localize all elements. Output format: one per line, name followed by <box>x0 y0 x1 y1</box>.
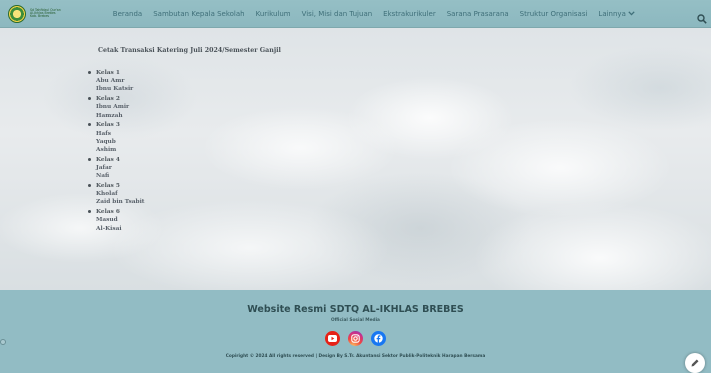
main-nav: Beranda Sambutan Kepala Sekolah Kurikulu… <box>113 10 635 18</box>
nav-item-kurikulum[interactable]: Kurikulum <box>256 10 291 18</box>
class-name: Kelas 1 <box>96 70 120 76</box>
student-name: Zaid bin Tsabit <box>96 199 145 206</box>
youtube-icon[interactable] <box>325 331 340 346</box>
class-name: Kelas 3 <box>96 122 120 129</box>
list-bullet <box>88 184 91 188</box>
site-header: Sd Tahfidzul Qur'an Al-Ikhlas Brebes Kab… <box>0 0 711 28</box>
student-name: Nafi <box>96 173 110 180</box>
scroll-indicator[interactable] <box>0 339 6 345</box>
list-bullet <box>88 71 91 74</box>
student-name: Kholaf <box>96 191 118 198</box>
student-name: Ashim <box>96 147 117 154</box>
student-name: Abu Amr <box>96 78 125 85</box>
page-title: Cetak Transaksi Katering Juli 2024/Semes… <box>98 47 281 54</box>
student-name: Jafar <box>96 165 112 172</box>
nav-item-lainnya[interactable]: Lainnya <box>598 10 625 18</box>
class-name: Kelas 6 <box>96 209 120 216</box>
social-links <box>0 331 711 346</box>
footer-subtitle: Official Sosial Media <box>331 318 380 323</box>
class-name: Kelas 2 <box>96 96 120 103</box>
pencil-icon <box>691 359 699 367</box>
nav-item-beranda[interactable]: Beranda <box>113 10 142 18</box>
logo-text: Sd Tahfidzul Qur'an Al-Ikhlas Brebes Kab… <box>30 8 61 19</box>
student-name: Yaqub <box>96 138 116 145</box>
school-emblem-icon <box>8 4 26 23</box>
main-content-area: Cetak Transaksi Katering Juli 2024/Semes… <box>0 28 711 290</box>
class-item: Kelas 1 Abu Amr Ibnu Katsir <box>86 69 281 94</box>
nav-item-sambutan[interactable]: Sambutan Kepala Sekolah <box>153 10 244 18</box>
list-bullet <box>88 210 91 214</box>
search-icon[interactable] <box>697 9 707 24</box>
report-content: Cetak Transaksi Katering Juli 2024/Semes… <box>86 47 281 234</box>
class-item: Kelas 5 Kholaf Zaid bin Tsabit <box>86 182 281 207</box>
facebook-icon[interactable] <box>371 331 386 346</box>
nav-item-sarana[interactable]: Sarana Prasarana <box>447 10 509 18</box>
edit-button[interactable] <box>685 353 705 373</box>
student-name: Al-Kisai <box>96 225 122 232</box>
nav-item-visi-misi[interactable]: Visi, Misi dan Tujuan <box>302 10 373 18</box>
site-logo[interactable]: Sd Tahfidzul Qur'an Al-Ikhlas Brebes Kab… <box>8 4 61 23</box>
class-name: Kelas 4 <box>96 156 120 163</box>
copyright-text: Copiright © 2024 All rights reserved | D… <box>225 354 486 359</box>
class-item: Kelas 6 Masud Al-Kisai <box>86 208 281 233</box>
student-name: Ibnu Katsir <box>96 86 134 93</box>
class-item: Kelas 4 Jafar Nafi <box>86 156 281 181</box>
list-bullet <box>88 123 91 127</box>
logo-line: Kab. Brebes <box>30 14 50 19</box>
class-item: Kelas 3 Hafs Yaqub Ashim <box>86 121 281 154</box>
instagram-icon[interactable] <box>348 331 363 346</box>
student-name: Hafs <box>96 130 111 137</box>
footer-title: Website Resmi SDTQ AL-IKHLAS BREBES <box>247 304 464 315</box>
student-name: Masud <box>96 217 118 224</box>
chevron-down-icon[interactable] <box>628 10 635 18</box>
list-bullet <box>88 97 91 101</box>
student-name: Ibnu Amir <box>96 104 130 111</box>
class-name: Kelas 5 <box>96 183 120 190</box>
site-footer: Website Resmi SDTQ AL-IKHLAS BREBES Offi… <box>0 290 711 373</box>
list-bullet <box>88 157 91 161</box>
nav-item-struktur[interactable]: Struktur Organisasi <box>520 10 588 18</box>
student-name: Hamzah <box>96 112 123 119</box>
class-list: Kelas 1 Abu Amr Ibnu Katsir Kelas 2 Ibnu… <box>86 69 281 233</box>
nav-item-ekstrakurikuler[interactable]: Ekstrakurikuler <box>383 10 436 18</box>
class-item: Kelas 2 Ibnu Amir Hamzah <box>86 95 281 120</box>
